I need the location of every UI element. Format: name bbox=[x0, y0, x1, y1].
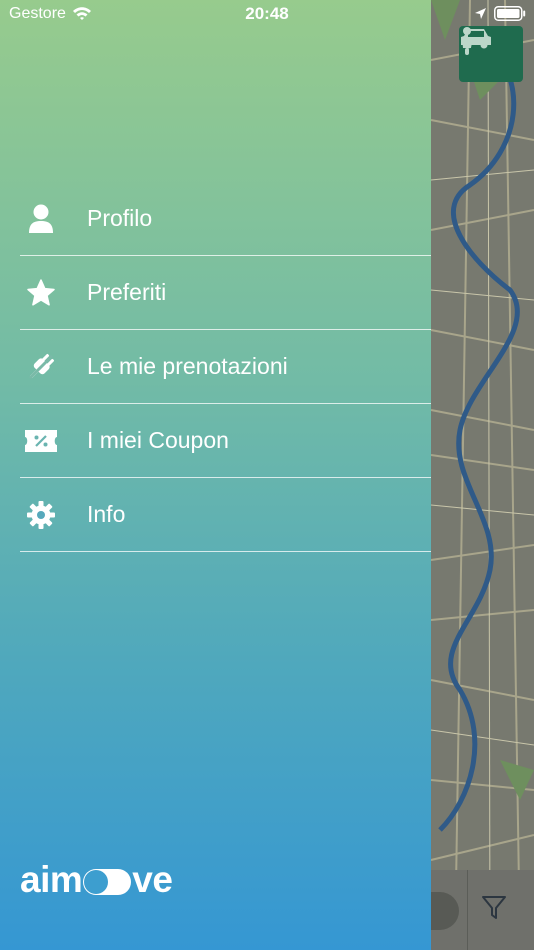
logo-text-end: ve bbox=[132, 859, 173, 900]
user-icon bbox=[24, 202, 58, 236]
status-bar: Gestore 20:48 bbox=[0, 0, 534, 28]
logo-text-start: aim bbox=[20, 859, 83, 900]
menu-item-info[interactable]: Info bbox=[20, 478, 431, 552]
scooter-icon bbox=[462, 27, 472, 55]
menu-item-label: Info bbox=[87, 501, 126, 527]
status-time: 20:48 bbox=[245, 4, 289, 23]
location-arrow-icon bbox=[474, 7, 487, 25]
menu-item-label: Preferiti bbox=[87, 279, 167, 305]
battery-icon bbox=[494, 6, 526, 26]
menu-item-label: Le mie prenotazioni bbox=[87, 353, 288, 379]
vehicle-type-toggle[interactable] bbox=[459, 26, 523, 82]
filter-button[interactable] bbox=[480, 893, 516, 929]
menu-item-prenotazioni[interactable]: Le mie prenotazioni bbox=[20, 330, 431, 404]
menu-item-coupon[interactable]: I miei Coupon bbox=[20, 404, 431, 478]
drawer-menu: Profilo Preferiti Le mie prenotazioni I … bbox=[20, 182, 431, 552]
gear-icon bbox=[24, 498, 58, 532]
aimove-logo: aim ve bbox=[20, 858, 173, 902]
logo-toggle-mark bbox=[83, 869, 132, 895]
side-drawer: Profilo Preferiti Le mie prenotazioni I … bbox=[0, 0, 431, 950]
menu-item-label: Profilo bbox=[87, 205, 153, 231]
plug-icon bbox=[24, 350, 58, 384]
menu-item-preferiti[interactable]: Preferiti bbox=[20, 256, 431, 330]
filter-icon bbox=[482, 896, 506, 919]
coupon-icon bbox=[24, 424, 58, 458]
bar-divider bbox=[467, 870, 468, 950]
menu-item-label: I miei Coupon bbox=[87, 427, 229, 453]
star-icon bbox=[24, 276, 58, 310]
menu-item-profilo[interactable]: Profilo bbox=[20, 182, 431, 256]
